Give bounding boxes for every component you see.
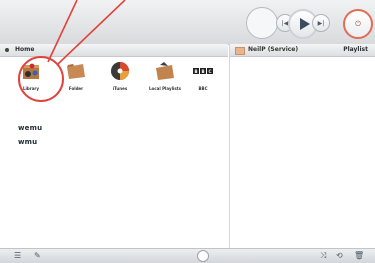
service-icon bbox=[235, 47, 245, 55]
service-name: NeilP (Service) bbox=[248, 46, 299, 53]
transport-controls: |◀ ▶| bbox=[246, 7, 340, 39]
power-icon: ⏻ bbox=[355, 19, 361, 28]
svg-text:B: B bbox=[201, 69, 204, 74]
home-breadcrumb[interactable]: Home bbox=[15, 44, 34, 56]
bbc-icon: B B C bbox=[193, 68, 213, 74]
media-app-window: |◀ ▶| ⏻ Home Library Folder iTunes Local… bbox=[0, 0, 375, 263]
power-button[interactable]: ⏻ bbox=[343, 9, 373, 39]
play-icon bbox=[299, 18, 310, 30]
library-panel-header: Home bbox=[0, 44, 228, 57]
playlist-title: Playlist bbox=[343, 46, 368, 53]
home-icon[interactable] bbox=[5, 48, 9, 52]
next-track-button[interactable]: ▶| bbox=[312, 14, 330, 32]
playlist-panel: NeilP (Service) Playlist bbox=[229, 44, 375, 248]
svg-text:C: C bbox=[209, 69, 212, 74]
playlist-panel-header: NeilP (Service) Playlist bbox=[230, 44, 375, 57]
local-playlists-icon bbox=[156, 62, 174, 80]
tile-itunes[interactable]: iTunes bbox=[100, 58, 140, 98]
tile-bbc-label: BBC bbox=[198, 86, 208, 91]
tile-local-playlists[interactable]: Local Playlists bbox=[145, 58, 185, 98]
folder-icon bbox=[67, 64, 85, 79]
database-icon bbox=[197, 250, 209, 262]
top-toolbar: |◀ ▶| ⏻ bbox=[0, 0, 375, 45]
transport-ring-left bbox=[246, 7, 278, 39]
itunes-icon bbox=[111, 62, 129, 80]
next-icon: ▶| bbox=[317, 19, 325, 27]
tile-local-playlists-label: Local Playlists bbox=[148, 86, 182, 91]
library-highlight-circle bbox=[18, 56, 64, 102]
trash-icon[interactable]: 🗑 bbox=[354, 251, 364, 261]
svg-text:B: B bbox=[194, 69, 197, 74]
wmu-item[interactable]: wmu bbox=[18, 138, 37, 146]
settings-icon[interactable]: ✎ bbox=[34, 251, 41, 261]
tile-itunes-label: iTunes bbox=[112, 86, 128, 91]
tile-bbc[interactable]: B B C BBC bbox=[183, 58, 223, 98]
bottom-bar: ☰ ✎ ⤨ ⟲ 🗑 bbox=[0, 248, 375, 263]
wemu-item[interactable]: wemu bbox=[18, 124, 42, 132]
repeat-icon[interactable]: ⟲ bbox=[336, 251, 343, 261]
list-view-icon[interactable]: ☰ bbox=[14, 251, 21, 261]
shuffle-icon[interactable]: ⤨ bbox=[320, 251, 326, 261]
